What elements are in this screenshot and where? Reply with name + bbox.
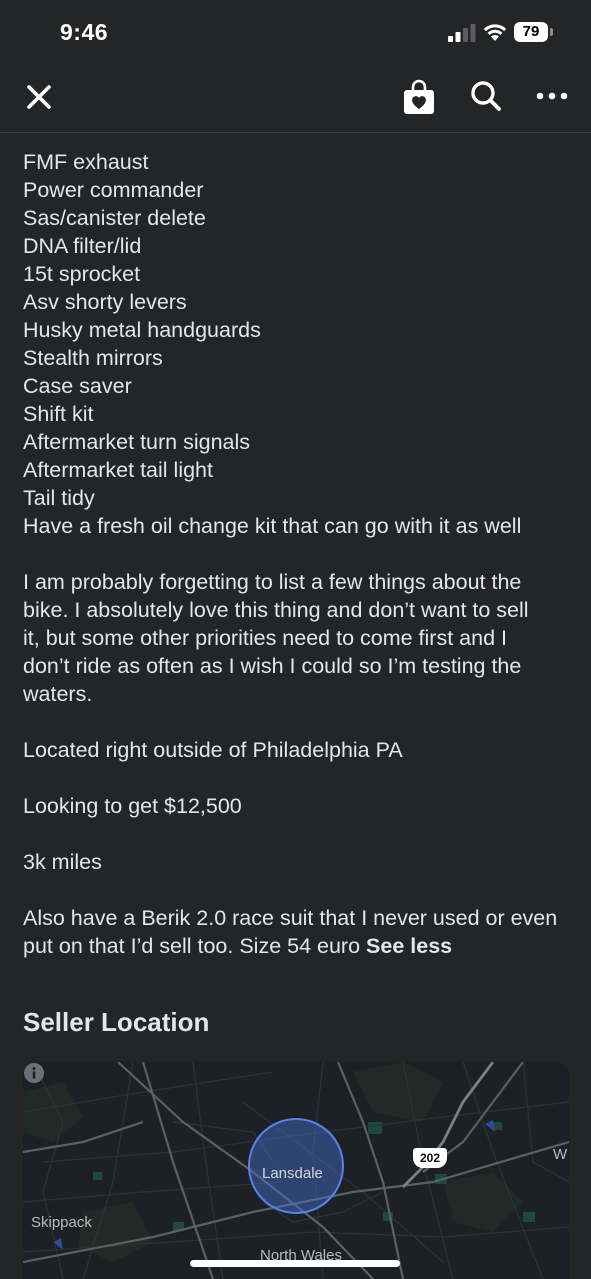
feature-item: Asv shorty levers [23, 290, 187, 314]
header-bar [0, 66, 591, 133]
feature-item: FMF exhaust [23, 150, 149, 174]
status-time: 9:46 [60, 19, 109, 45]
feature-item: Aftermarket tail light [23, 458, 213, 482]
search-icon[interactable] [468, 78, 504, 114]
feature-item: Power commander [23, 178, 204, 202]
status-bar: 9:46 79 [0, 0, 591, 66]
feature-item: DNA filter/lid [23, 234, 142, 258]
location-text: Located right outside of Philadelphia PA [23, 736, 568, 764]
paragraph-line: Also have a Berik 2.0 race suit that I n… [23, 906, 558, 930]
price-text: Looking to get $12,500 [23, 792, 568, 820]
feature-item: Husky metal handguards [23, 318, 261, 342]
description-paragraph: I am probably forgetting to list a few t… [23, 568, 568, 708]
mileage-line: 3k miles [23, 850, 102, 874]
mileage-text: 3k miles [23, 848, 568, 876]
marketplace-listing-screen: 9:46 79 FMF exhaust Power commander Sas/… [0, 0, 591, 1279]
location-line: Located right outside of Philadelphia PA [23, 738, 403, 762]
paragraph-line: it, but some other priorities need to co… [23, 626, 507, 650]
feature-item: Shift kit [23, 402, 94, 426]
paragraph-line: don’t ride as often as I wish I could so… [23, 654, 522, 678]
paragraph-line: waters. [23, 682, 93, 706]
see-less-link[interactable]: See less [366, 934, 452, 958]
paragraph-line: I am probably forgetting to list a few t… [23, 570, 522, 594]
more-options-icon[interactable] [534, 84, 570, 108]
paragraph-line-text: put on that I’d sell too. Size 54 euro [23, 934, 367, 958]
feature-item: Sas/canister delete [23, 206, 206, 230]
battery-tip [550, 28, 553, 36]
seller-location-title: Seller Location [23, 1007, 210, 1037]
map-label-edge-w: W [553, 1146, 568, 1163]
home-indicator[interactable] [190, 1260, 400, 1267]
feature-item: Case saver [23, 374, 132, 398]
race-suit-paragraph: Also have a Berik 2.0 race suit that I n… [23, 904, 568, 960]
route-shield-202: 202 [413, 1148, 447, 1168]
paragraph-line: put on that I’d sell too. Size 54 euro S… [23, 932, 568, 960]
wifi-icon [483, 24, 507, 41]
seller-location-map[interactable]: Lansdale Skippack North Wales W 202 [23, 1062, 569, 1279]
map-label-skippack: Skippack [31, 1214, 92, 1231]
feature-item: Have a fresh oil change kit that can go … [23, 514, 522, 538]
paragraph-line: bike. I absolutely love this thing and d… [23, 598, 529, 622]
map-label-lansdale: Lansdale [262, 1165, 323, 1182]
feature-item: Stealth mirrors [23, 346, 163, 370]
price-line: Looking to get $12,500 [23, 794, 242, 818]
feature-item: 15t sprocket [23, 262, 141, 286]
feature-item: Tail tidy [23, 486, 95, 510]
shopping-bag-heart-icon[interactable] [400, 78, 438, 116]
battery-level: 79 [522, 23, 540, 40]
feature-list: FMF exhaust Power commander Sas/canister… [23, 148, 568, 540]
cellular-signal-icon [448, 24, 476, 42]
battery-indicator: 79 [514, 22, 554, 42]
feature-item: Aftermarket turn signals [23, 430, 251, 454]
listing-description: FMF exhaust Power commander Sas/canister… [23, 148, 568, 960]
close-icon[interactable] [22, 80, 56, 114]
info-icon[interactable] [23, 1062, 45, 1084]
